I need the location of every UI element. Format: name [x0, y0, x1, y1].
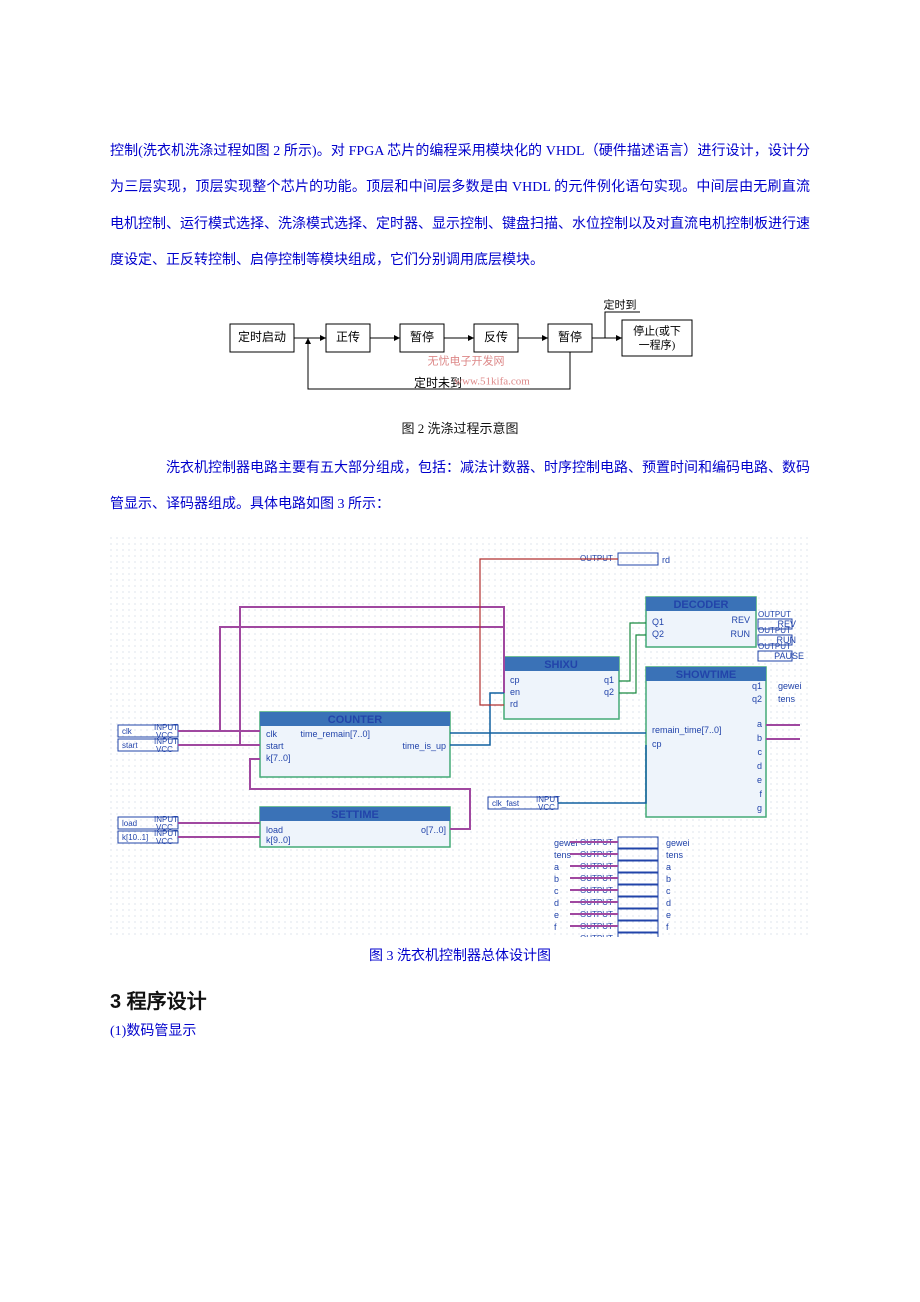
svg-text:a: a	[757, 719, 762, 729]
figure-3: .dotbg{fill:#c8d8e8;opacity:.15} .mod{fi…	[110, 537, 810, 965]
svg-text:c: c	[666, 886, 671, 896]
svg-text:b: b	[757, 733, 762, 743]
fig2-box-pause2: 暂停	[558, 328, 582, 343]
svg-text:g: g	[666, 934, 671, 937]
svg-text:DECODER: DECODER	[673, 599, 728, 611]
svg-text:e: e	[666, 910, 671, 920]
svg-text:en: en	[510, 687, 520, 697]
svg-text:SHOWTIME: SHOWTIME	[676, 669, 737, 681]
svg-text:OUTPUT: OUTPUT	[758, 626, 791, 635]
svg-text:OUTPUT: OUTPUT	[580, 934, 613, 937]
svg-text:d: d	[757, 761, 762, 771]
svg-text:a: a	[666, 862, 671, 872]
svg-text:tens: tens	[666, 850, 684, 860]
block-settime: SETTIME load k[9..0] o[7..0]	[260, 807, 450, 847]
figure-3-svg: .dotbg{fill:#c8d8e8;opacity:.15} .mod{fi…	[110, 537, 810, 937]
svg-text:q2: q2	[604, 687, 614, 697]
svg-text:clk_fast: clk_fast	[492, 799, 520, 808]
svg-text:RUN: RUN	[731, 629, 751, 639]
svg-text:VCC: VCC	[538, 803, 555, 812]
svg-text:time_is_up: time_is_up	[402, 741, 446, 751]
svg-text:tens: tens	[554, 850, 572, 860]
svg-text:d: d	[554, 898, 559, 908]
block-decoder: DECODER Q1 Q2 REV RUN	[646, 597, 756, 647]
svg-text:rd: rd	[510, 699, 518, 709]
svg-text:g: g	[757, 803, 762, 813]
svg-text:c: c	[554, 886, 559, 896]
svg-text:a: a	[554, 862, 559, 872]
svg-text:OUTPUT: OUTPUT	[758, 642, 791, 651]
fig2-watermark2: www.51kifa.com	[454, 375, 530, 387]
figure-2: .box{fill:#fff;stroke:#000;stroke-width:…	[220, 294, 700, 437]
svg-text:rd: rd	[662, 555, 670, 565]
figure-3-caption: 图 3 洗衣机控制器总体设计图	[110, 945, 810, 965]
svg-text:cp: cp	[510, 675, 520, 685]
svg-text:PAUSE: PAUSE	[774, 651, 804, 661]
svg-text:d: d	[666, 898, 671, 908]
svg-text:SETTIME: SETTIME	[331, 809, 379, 821]
heading-section-3: 3 程序设计	[110, 985, 810, 1014]
fig2-box-stop2: 一程序)	[639, 337, 676, 351]
svg-text:k[10..1]: k[10..1]	[122, 833, 148, 842]
fig2-box-start: 定时启动	[238, 328, 286, 343]
svg-text:e: e	[757, 775, 762, 785]
paragraph-1: 控制(洗衣机洗涤过程如图 2 所示)。对 FPGA 芯片的编程采用模块化的 VH…	[110, 134, 810, 280]
figure-2-caption: 图 2 洗涤过程示意图	[220, 418, 700, 437]
block-counter: COUNTER clk start k[7..0] time_remain[7.…	[260, 712, 450, 777]
svg-text:SHIXU: SHIXU	[544, 659, 578, 671]
svg-text:REV: REV	[731, 615, 750, 625]
svg-text:COUNTER: COUNTER	[328, 714, 382, 726]
paragraph-2: 洗衣机控制器电路主要有五大部分组成，包括：减法计数器、时序控制电路、预置时间和编…	[110, 451, 810, 524]
fig2-watermark1: 无忧电子开发网	[428, 353, 505, 367]
svg-text:load: load	[266, 825, 283, 835]
svg-text:q2: q2	[752, 694, 762, 704]
svg-text:VCC: VCC	[156, 745, 173, 754]
svg-text:OUTPUT: OUTPUT	[758, 610, 791, 619]
fig2-box-fwd: 正传	[336, 328, 360, 343]
fig2-box-rev: 反传	[484, 328, 508, 343]
svg-text:c: c	[758, 747, 763, 757]
svg-text:VCC: VCC	[156, 837, 173, 846]
svg-text:b: b	[554, 874, 559, 884]
svg-text:g: g	[554, 934, 559, 937]
svg-text:remain_time[7..0]: remain_time[7..0]	[652, 725, 722, 735]
svg-text:cp: cp	[652, 739, 662, 749]
svg-text:clk: clk	[266, 729, 277, 739]
block-showtime: SHOWTIME remain_time[7..0] cp q1 q2 a b …	[646, 667, 766, 817]
svg-text:load: load	[122, 819, 137, 828]
svg-text:q1: q1	[752, 681, 762, 691]
svg-text:q1: q1	[604, 675, 614, 685]
svg-text:start: start	[266, 741, 284, 751]
svg-text:e: e	[554, 910, 559, 920]
showtime-tens-label: tens	[778, 694, 796, 704]
svg-text:clk: clk	[122, 727, 133, 736]
subsection-1: (1)数码管显示	[110, 1020, 810, 1040]
svg-text:k[7..0]: k[7..0]	[266, 753, 291, 763]
svg-text:k[9..0]: k[9..0]	[266, 835, 291, 845]
svg-text:Q1: Q1	[652, 617, 664, 627]
svg-text:gewei: gewei	[666, 838, 690, 848]
svg-text:Q2: Q2	[652, 629, 664, 639]
fig2-box-pause1: 暂停	[410, 328, 434, 343]
svg-text:b: b	[666, 874, 671, 884]
svg-text:start: start	[122, 741, 138, 750]
figure-2-svg: .box{fill:#fff;stroke:#000;stroke-width:…	[220, 294, 700, 414]
svg-text:time_remain[7..0]: time_remain[7..0]	[300, 729, 370, 739]
svg-text:o[7..0]: o[7..0]	[421, 825, 446, 835]
fig2-box-stop1: 停止(或下	[633, 323, 681, 337]
fig2-label-end: 定时到	[604, 297, 637, 311]
showtime-gewei-label: gewei	[778, 681, 802, 691]
block-shixu: SHIXU cp en rd q1 q2	[504, 657, 619, 719]
